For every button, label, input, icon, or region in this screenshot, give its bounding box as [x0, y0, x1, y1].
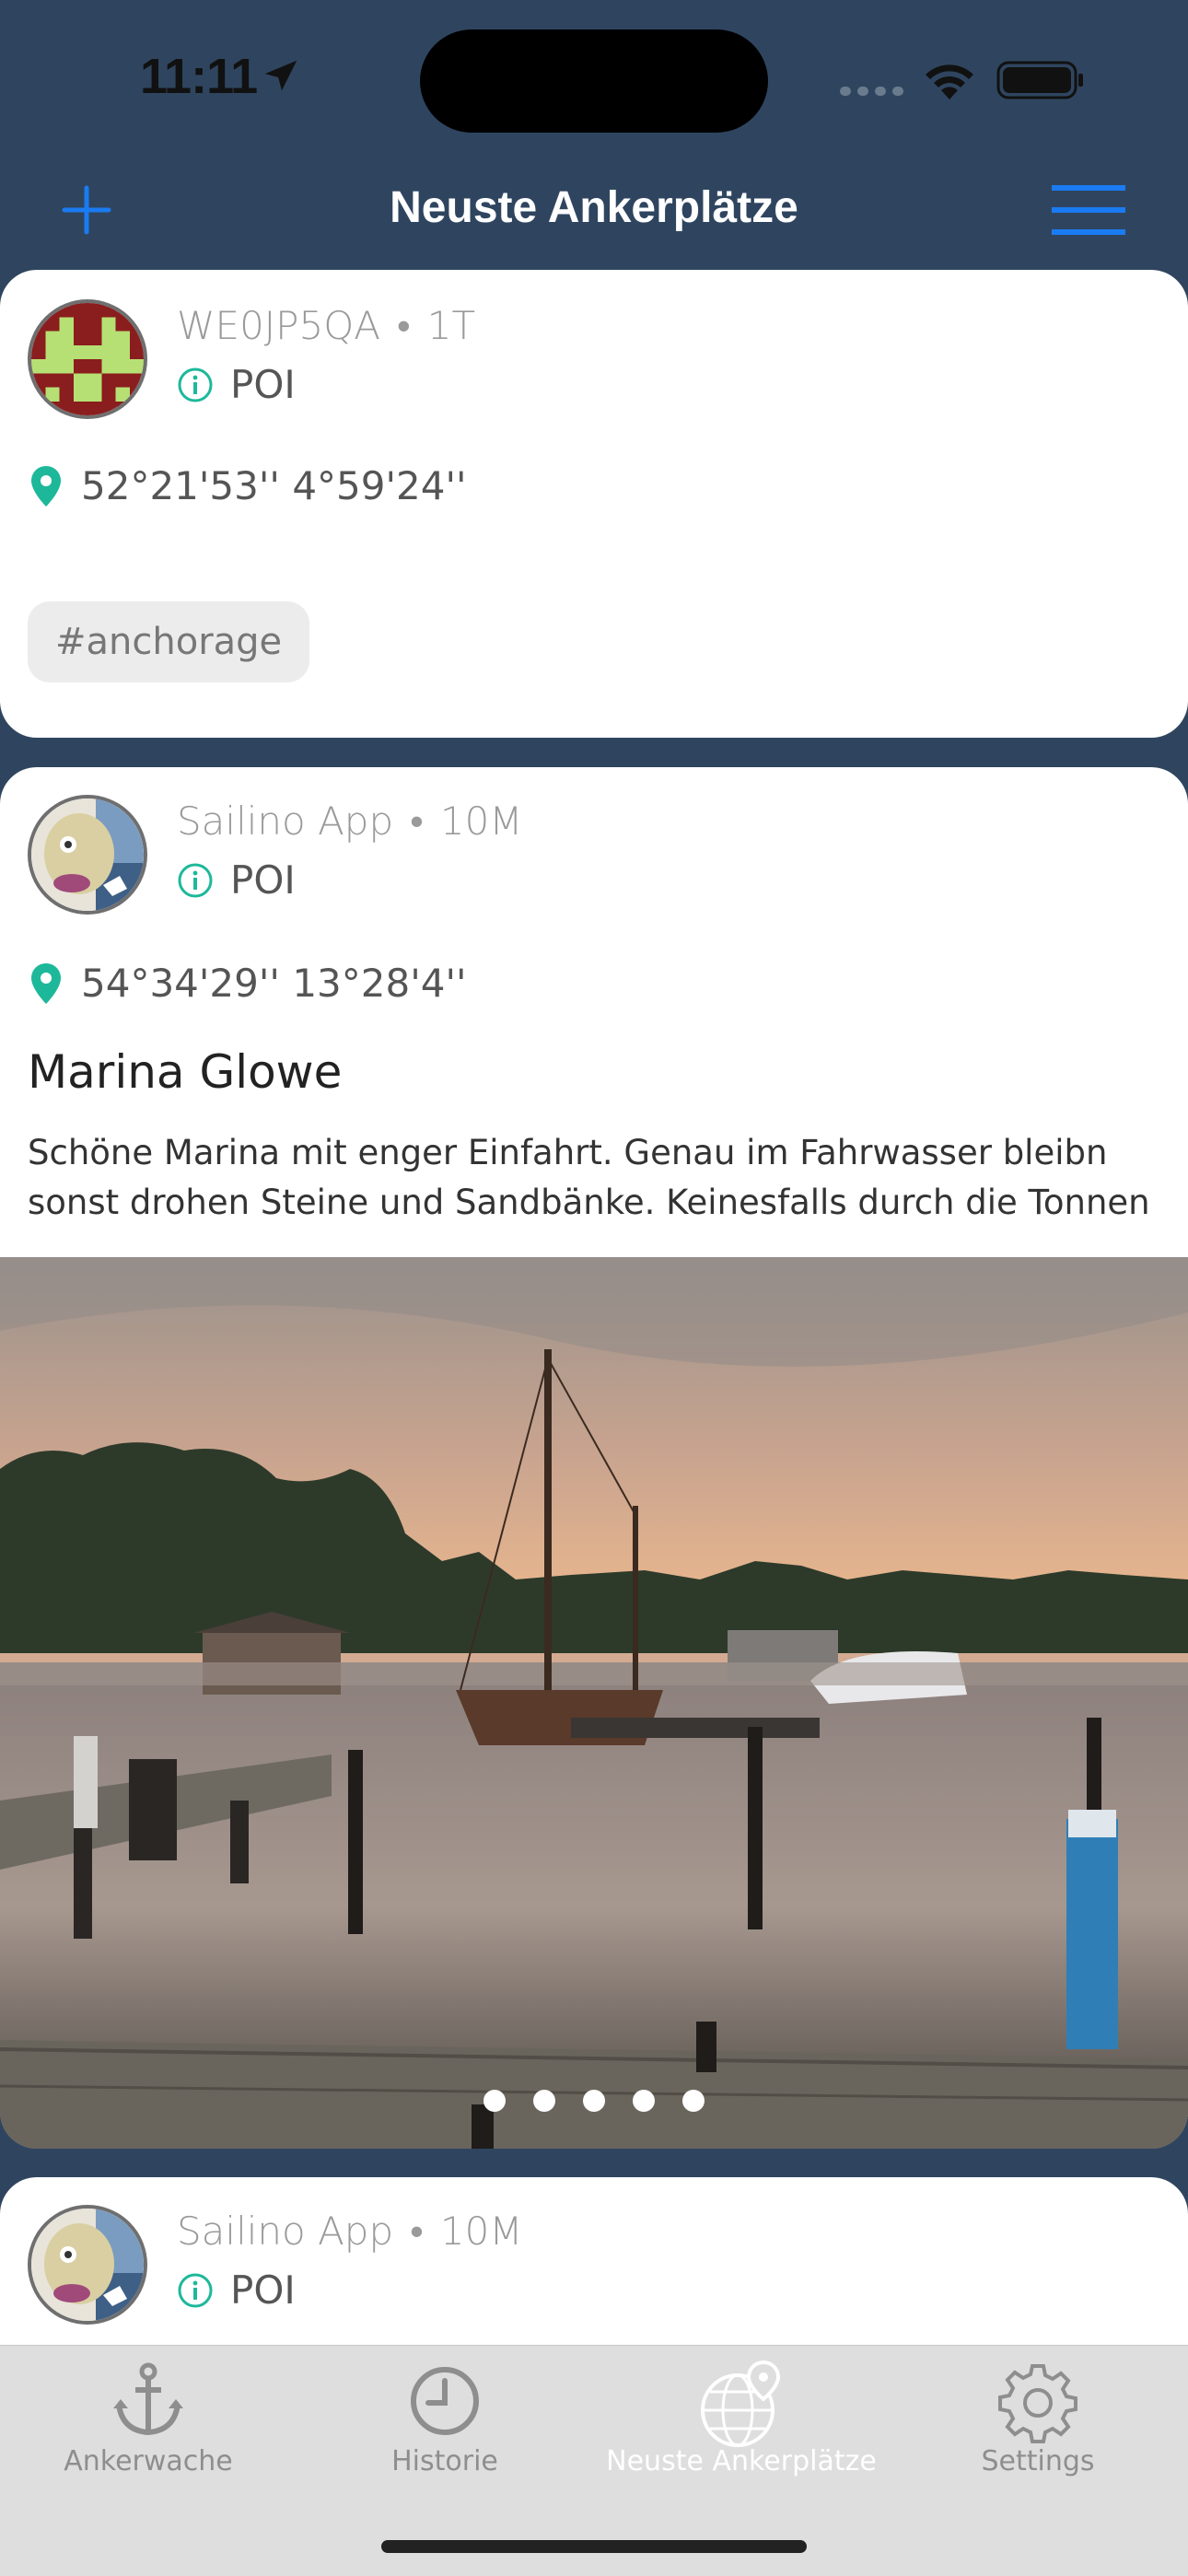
page-dot[interactable] [483, 2090, 506, 2112]
clock-icon [411, 2367, 479, 2435]
map-pin-icon [31, 962, 61, 1004]
tab-neuste-ankerplaetze[interactable]: Neuste Ankerplätze [593, 2346, 890, 2502]
identicon-avatar-image [31, 303, 144, 415]
page-dot[interactable] [583, 2090, 605, 2112]
post-meta: WE0JP5QA • 1T [177, 303, 475, 348]
avatar[interactable] [28, 2205, 147, 2325]
post-coordinates[interactable]: 54°34'29'' 13°28'4'' [31, 961, 467, 1006]
tab-label: Settings [981, 2445, 1095, 2477]
post-author[interactable]: Sailino App [177, 798, 393, 844]
avatar[interactable] [28, 795, 147, 915]
post-age: 10M [439, 2209, 523, 2254]
post-age: 10M [439, 798, 523, 844]
tab-settings[interactable]: Settings [890, 2346, 1186, 2502]
globe-pin-icon [701, 2360, 781, 2447]
hamburger-menu-icon[interactable] [1050, 181, 1127, 239]
post-author[interactable]: WE0JP5QA [177, 303, 380, 348]
separator-dot: • [410, 798, 424, 844]
separator-dot: • [397, 303, 411, 348]
navigation-bar: Neuste Ankerplätze [0, 157, 1188, 267]
tab-label: Neuste Ankerplätze [606, 2445, 877, 2477]
dynamic-island [420, 29, 768, 133]
page-dot[interactable] [633, 2090, 655, 2112]
home-indicator[interactable] [381, 2540, 807, 2553]
post-card[interactable]: WE0JP5QA • 1T POI 52°21'53'' 4°59'24'' #an… [0, 270, 1188, 738]
status-bar: 11:11 [0, 0, 1188, 157]
cellular-signal-icon [840, 87, 903, 96]
wifi-icon [926, 64, 973, 99]
post-type: POI [177, 857, 296, 903]
battery-icon [996, 61, 1083, 99]
page-title: Neuste Ankerplätze [390, 183, 798, 232]
hashtag-chip[interactable]: #anchorage [28, 601, 310, 682]
post-coordinates[interactable]: 52°21'53'' 4°59'24'' [31, 463, 467, 508]
info-icon [178, 2273, 213, 2307]
location-arrow-icon [264, 60, 297, 91]
coordinates-text: 54°34'29'' 13°28'4'' [81, 961, 467, 1006]
post-type-label: POI [230, 857, 296, 903]
post-type: POI [177, 362, 296, 407]
info-icon [178, 367, 213, 402]
anchor-icon [113, 2362, 183, 2436]
post-card[interactable]: Sailino App • 10M POI 54°34'29'' 13°28'4''… [0, 767, 1188, 2149]
post-age: 1T [426, 303, 476, 348]
map-pin-icon [31, 465, 61, 507]
marina-photo-carousel[interactable] [0, 1257, 1188, 2149]
gear-icon [998, 2364, 1077, 2443]
tab-ankerwache[interactable]: Ankerwache [0, 2346, 297, 2502]
post-type: POI [177, 2267, 296, 2313]
info-icon [178, 863, 213, 897]
separator-dot: • [410, 2209, 424, 2254]
sailino-mascot-avatar-image [31, 798, 144, 911]
post-description: Schöne Marina mit enger Einfahrt. Genau … [28, 1133, 1150, 1222]
page-dot[interactable] [682, 2090, 705, 2112]
avatar[interactable] [28, 299, 147, 419]
post-type-label: POI [230, 2267, 296, 2313]
post-meta: Sailino App • 10M [177, 2209, 523, 2254]
tab-label: Ankerwache [64, 2445, 233, 2477]
status-time: 11:11 [140, 49, 258, 104]
post-title: Marina Glowe [28, 1045, 343, 1099]
sailino-mascot-avatar-image [31, 2209, 144, 2321]
tab-historie[interactable]: Historie [297, 2346, 593, 2502]
carousel-page-indicator[interactable] [0, 2090, 1188, 2112]
page-dot[interactable] [533, 2090, 555, 2112]
post-meta: Sailino App • 10M [177, 798, 523, 844]
post-type-label: POI [230, 362, 296, 407]
post-author[interactable]: Sailino App [177, 2209, 393, 2254]
tab-label: Historie [391, 2445, 498, 2477]
coordinates-text: 52°21'53'' 4°59'24'' [81, 463, 467, 508]
